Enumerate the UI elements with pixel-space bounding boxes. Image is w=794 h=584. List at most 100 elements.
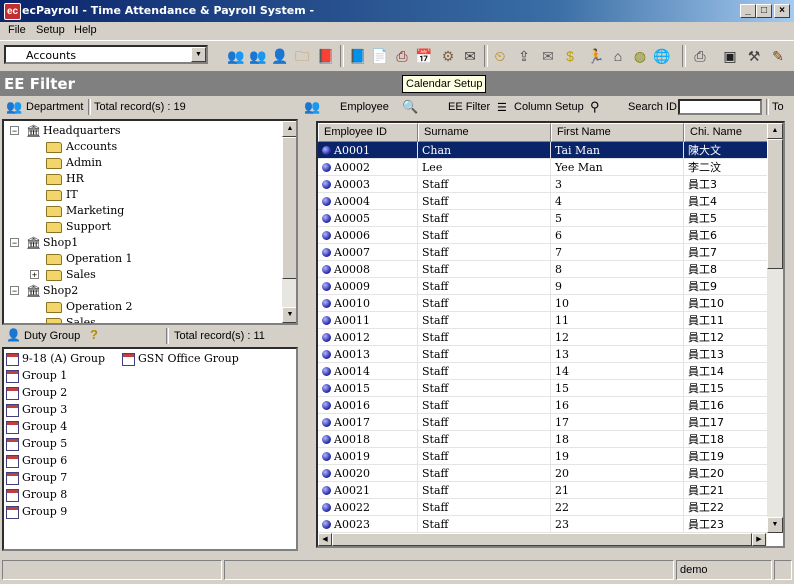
duty-group-item[interactable]: Group 7 (6, 470, 67, 486)
table-row[interactable]: A0009 Staff 9 員工9 (318, 278, 770, 295)
tree-item[interactable]: Operation 2 (46, 299, 133, 315)
grid-vscrollbar[interactable]: ▲ ▼ (767, 123, 783, 533)
column-setup-icon[interactable]: ☰ (497, 101, 507, 114)
leave-icon[interactable]: ✉ (460, 46, 480, 66)
table-row[interactable]: A0007 Staff 7 員工7 (318, 244, 770, 261)
filter-icon[interactable]: 🔍 (402, 99, 418, 115)
table-row[interactable]: A0019 Staff 19 員工19 (318, 448, 770, 465)
column-header[interactable]: Employee ID (318, 123, 418, 142)
search-id-input[interactable] (678, 99, 762, 115)
tree-item[interactable]: Sales (46, 315, 96, 323)
department-combo[interactable]: Accounts ▼ (4, 45, 208, 64)
table-row[interactable]: A0006 Staff 6 員工6 (318, 227, 770, 244)
scroll-thumb[interactable] (767, 139, 783, 269)
duty-group-item[interactable]: Group 4 (6, 419, 67, 435)
tree-item[interactable]: Support (46, 219, 111, 235)
printer2-icon[interactable]: ⎙ (690, 46, 710, 66)
report-icon[interactable]: 📄 (370, 46, 390, 66)
ee-filter-label[interactable]: EE Filter (448, 101, 490, 113)
scroll-thumb[interactable] (282, 137, 296, 279)
mail-icon[interactable]: ✉ (538, 46, 558, 66)
table-row[interactable]: A0013 Staff 13 員工13 (318, 346, 770, 363)
folder-icon[interactable]: 🗀 (292, 46, 312, 66)
table-row[interactable]: A0020 Staff 20 員工20 (318, 465, 770, 482)
duty-group-item[interactable]: Group 2 (6, 385, 67, 401)
chevron-down-icon[interactable]: ▼ (191, 47, 206, 62)
duty-group-item[interactable]: Group 3 (6, 402, 67, 418)
tree-item[interactable]: HR (46, 171, 84, 187)
duty-group-item[interactable]: 9-18 (A) Group (6, 351, 105, 367)
employee-label[interactable]: Employee (340, 101, 389, 113)
tree-item[interactable]: 🏛 Shop2 (26, 283, 78, 299)
scroll-up-icon[interactable]: ▲ (767, 123, 783, 139)
tree-scrollbar[interactable]: ▲ ▼ (282, 121, 296, 323)
table-row[interactable]: A0021 Staff 21 員工21 (318, 482, 770, 499)
duty-group-item[interactable]: GSN Office Group (122, 351, 239, 367)
tree-expander[interactable]: − (10, 286, 19, 296)
runner-icon[interactable]: 🏃 (586, 46, 606, 66)
column-header[interactable]: First Name (551, 123, 684, 142)
table-row[interactable]: A0011 Staff 11 員工11 (318, 312, 770, 329)
table-row[interactable]: A0003 Staff 3 員工3 (318, 176, 770, 193)
column-setup-label[interactable]: Column Setup (514, 101, 584, 113)
minimize-button[interactable]: _ (740, 4, 756, 18)
scroll-down-icon[interactable]: ▼ (767, 517, 783, 533)
close-button[interactable]: × (774, 4, 790, 18)
scroll-thumb[interactable] (332, 533, 752, 546)
binoculars-icon[interactable]: ⚲ (590, 99, 600, 115)
ledger-icon[interactable]: 📘 (348, 46, 368, 66)
book-icon[interactable]: 📕 (316, 46, 336, 66)
monitor-icon[interactable]: ▣ (720, 46, 740, 66)
tree-expander[interactable]: − (10, 126, 19, 136)
tool-icon[interactable]: ⚒ (744, 46, 764, 66)
column-header[interactable]: Surname (418, 123, 551, 142)
scroll-left-icon[interactable]: ◀ (318, 533, 332, 546)
scroll-up-icon[interactable]: ▲ (282, 121, 296, 137)
wrench-icon[interactable]: ✎ (768, 46, 788, 66)
table-row[interactable]: A0010 Staff 10 員工10 (318, 295, 770, 312)
globe-icon[interactable]: ◍ (630, 46, 650, 66)
table-row[interactable]: A0018 Staff 18 員工18 (318, 431, 770, 448)
employees-icon[interactable]: 👥 (226, 46, 246, 66)
table-row[interactable]: A0002 Lee Yee Man 李二汶 (318, 159, 770, 176)
table-row[interactable]: A0005 Staff 5 員工5 (318, 210, 770, 227)
tree-item[interactable]: Operation 1 (46, 251, 133, 267)
duty-group-item[interactable]: Group 6 (6, 453, 67, 469)
duty-group-item[interactable]: Group 1 (6, 368, 67, 384)
grid-hscrollbar[interactable]: ◀ ▶ (318, 533, 767, 546)
tree-item[interactable]: Admin (46, 155, 102, 171)
duty-group-item[interactable]: Group 5 (6, 436, 67, 452)
tree-item[interactable]: Sales (46, 267, 96, 283)
tree-item[interactable]: Accounts (46, 139, 117, 155)
employee-icon[interactable]: 👥 (304, 99, 320, 115)
menu-setup[interactable]: Setup (36, 24, 65, 36)
money-icon[interactable]: $ (560, 46, 580, 66)
duty-group-item[interactable]: Group 8 (6, 487, 67, 503)
calendar-setup-icon[interactable]: 📅 (414, 46, 434, 66)
maximize-button[interactable]: □ (756, 4, 772, 18)
scroll-right-icon[interactable]: ▶ (752, 533, 766, 546)
duty-group-item[interactable]: Group 9 (6, 504, 67, 520)
clock-icon[interactable]: ⏲ (490, 46, 510, 66)
tree-item[interactable]: 🏛 Headquarters (26, 123, 120, 139)
help-icon[interactable]: ? (90, 327, 98, 342)
export-icon[interactable]: ⇪ (514, 46, 534, 66)
table-row[interactable]: A0022 Staff 22 員工22 (318, 499, 770, 516)
tree-item[interactable]: Marketing (46, 203, 124, 219)
table-row[interactable]: A0014 Staff 14 員工14 (318, 363, 770, 380)
table-row[interactable]: A0012 Staff 12 員工12 (318, 329, 770, 346)
tree-expander[interactable]: − (10, 238, 19, 248)
menu-file[interactable]: File (8, 24, 26, 36)
table-row[interactable]: A0008 Staff 8 員工8 (318, 261, 770, 278)
tree-item[interactable]: IT (46, 187, 78, 203)
menu-help[interactable]: Help (74, 24, 97, 36)
person-icon[interactable]: 👤 (270, 46, 290, 66)
home-icon[interactable]: ⌂ (608, 46, 628, 66)
table-row[interactable]: A0017 Staff 17 員工17 (318, 414, 770, 431)
table-row[interactable]: A0016 Staff 16 員工16 (318, 397, 770, 414)
app-icon[interactable]: ec (4, 3, 21, 20)
table-row[interactable]: A0015 Staff 15 員工15 (318, 380, 770, 397)
settings-gear-icon[interactable]: ⚙ (438, 46, 458, 66)
column-header[interactable]: Chi. Name (684, 123, 770, 142)
tree-expander[interactable]: + (30, 270, 39, 280)
